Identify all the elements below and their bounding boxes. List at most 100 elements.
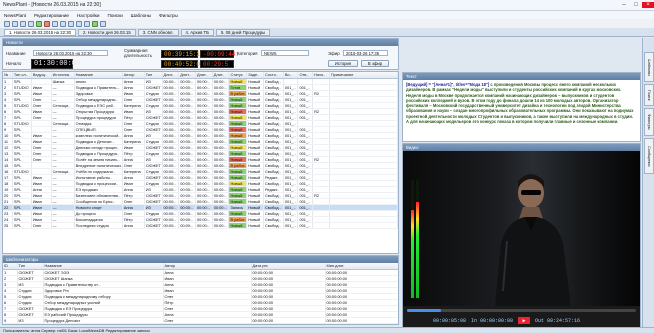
table-cell: 00:00:.. bbox=[195, 162, 213, 169]
templates-panel-header: Шаблонизаторы bbox=[3, 256, 398, 263]
video-panel-header: Видео bbox=[403, 144, 640, 151]
add-icon[interactable] bbox=[36, 20, 42, 27]
table-cell: 00:00:.. bbox=[212, 84, 230, 91]
undo-icon[interactable] bbox=[76, 20, 82, 27]
document-tab[interactable]: 3. CNN обновл. bbox=[137, 28, 179, 36]
search-icon[interactable] bbox=[100, 20, 106, 27]
name-field[interactable]: Новости 26.03.2015 на 22:30 bbox=[33, 50, 108, 56]
table-cell: 00:00:.. bbox=[212, 144, 230, 151]
open-icon[interactable] bbox=[12, 20, 18, 27]
play-button[interactable]: ▶ bbox=[518, 317, 531, 324]
redo-icon[interactable] bbox=[84, 20, 90, 27]
table-cell: 00:00:.. bbox=[178, 216, 196, 223]
table-cell: 00:00:.. bbox=[162, 138, 180, 145]
table-cell: Новый bbox=[246, 222, 264, 229]
table-cell: 00:00:.. bbox=[162, 222, 180, 229]
table-cell: 00:00:.. bbox=[178, 222, 196, 229]
document-tab[interactable]: 1. Новости 26.03.2015 на 22:30 bbox=[4, 28, 77, 36]
new-icon[interactable] bbox=[4, 20, 10, 27]
side-tab-messages[interactable]: Сообщения bbox=[644, 138, 654, 174]
table-cell: 00:00:.. bbox=[178, 144, 196, 151]
table-cell: Свобод.. bbox=[263, 114, 284, 121]
templates-table: ID Тип Название Автор Дата рег. Мин.длит. 1 СЮ… bbox=[3, 263, 398, 324]
table-cell: 00:00:.. bbox=[195, 222, 213, 229]
close-icon[interactable]: × bbox=[642, 2, 654, 8]
table-cell: 00:00:.. bbox=[212, 126, 230, 133]
duration-label: Суммарная длительность bbox=[124, 48, 153, 58]
table-cell: 00:00:00:00 bbox=[325, 323, 398, 324]
menu-item[interactable]: Настройки bbox=[77, 13, 100, 18]
side-tab-filters[interactable]: Фильтры bbox=[644, 108, 654, 136]
table-cell: 00:00:.. bbox=[162, 96, 180, 103]
document-tab[interactable]: 4. Архив ТБ bbox=[180, 28, 214, 36]
status-text: Пользователь: анна Сервер: nsf01 База: L… bbox=[3, 328, 150, 333]
side-tab-search[interactable]: Поиск bbox=[644, 84, 654, 106]
table-cell: 00:00:.. bbox=[212, 156, 230, 163]
table-cell: 00:00:.. bbox=[212, 102, 230, 109]
table-cell: Свобод.. bbox=[263, 150, 284, 157]
table-cell: STUDIO bbox=[12, 84, 32, 91]
category-select[interactable]: NEWS bbox=[261, 50, 309, 56]
menu-item[interactable]: Фильтры bbox=[159, 13, 178, 18]
maximize-icon[interactable]: □ bbox=[630, 2, 642, 8]
menu-item[interactable]: NewsPlant bbox=[4, 13, 26, 18]
table-cell: Свобод.. bbox=[263, 222, 284, 229]
table-cell: 00:00:.. bbox=[178, 204, 196, 211]
date-field[interactable]: 2015-03-26 17:35 bbox=[343, 50, 388, 56]
table-cell: Подводка к Процедура.. bbox=[74, 150, 123, 157]
to-air-button[interactable]: В эфир bbox=[361, 60, 389, 67]
table-cell: 00:00:.. bbox=[212, 198, 230, 205]
video-scrubber[interactable] bbox=[407, 309, 636, 312]
table-cell: 00:00:.. bbox=[162, 126, 180, 133]
table-cell: СЮЖЕТ bbox=[144, 192, 163, 199]
cut-icon[interactable] bbox=[52, 20, 58, 27]
table-cell: STUDIO bbox=[12, 120, 32, 127]
list-item[interactable]: 10СтудияОткрытая студияИван00:00:00:0000… bbox=[3, 323, 398, 324]
table-cell: 00:00:.. bbox=[195, 198, 213, 205]
document-tab[interactable]: 5. 08 дней Процедуры bbox=[216, 28, 271, 36]
table-cell: 00:00:.. bbox=[195, 156, 213, 163]
copy-icon[interactable] bbox=[60, 20, 66, 27]
script-text[interactable]: [Ведущий] = "[Анна#1]", titles="Мода 18"… bbox=[403, 80, 640, 126]
menu-item[interactable]: Шаблоны bbox=[131, 13, 151, 18]
delete-icon[interactable] bbox=[44, 20, 50, 27]
start-timecode[interactable]: 01:30:00:00 bbox=[31, 59, 80, 69]
table-cell: 00:00:.. bbox=[195, 120, 213, 127]
table-cell: STUDIO bbox=[12, 168, 32, 175]
table-cell bbox=[329, 222, 398, 229]
table-cell: 00:00:.. bbox=[162, 168, 180, 175]
minimize-icon[interactable]: – bbox=[618, 2, 630, 8]
table-cell: 00:00:.. bbox=[178, 96, 196, 103]
video-preview[interactable] bbox=[403, 151, 640, 306]
play-icon[interactable] bbox=[92, 20, 98, 27]
table-cell: Открытая студия bbox=[43, 323, 164, 324]
table-cell: 00:00:.. bbox=[162, 102, 180, 109]
document-tab[interactable]: 2. Новости дня 26.03.15 bbox=[78, 28, 136, 36]
menu-item[interactable]: Поиски bbox=[108, 13, 123, 18]
table-row[interactable]: 25 SPL Олег — Последняя студия Анна СЮЖЕТ 00:00… bbox=[3, 222, 398, 229]
table-cell: 00:00:.. bbox=[162, 90, 180, 97]
toolbar bbox=[0, 19, 654, 28]
menu-item[interactable]: Редактирование bbox=[34, 13, 69, 18]
table-cell: Бизнесмен обновления.. bbox=[74, 192, 123, 199]
table-cell: СЮЖЕТ bbox=[144, 96, 163, 103]
table-cell: Свобод.. bbox=[263, 216, 284, 223]
history-button[interactable]: История bbox=[328, 60, 358, 67]
paste-icon[interactable] bbox=[68, 20, 74, 27]
table-cell: 00:00:.. bbox=[195, 192, 213, 199]
table-cell: 00:00:.. bbox=[178, 198, 196, 205]
table-cell: Свобод.. bbox=[263, 210, 284, 217]
table-cell: СЮЖЕТ bbox=[144, 144, 163, 151]
table-cell: 00:00:.. bbox=[178, 174, 196, 181]
table-cell: 00:00:.. bbox=[195, 138, 213, 145]
print-icon[interactable] bbox=[28, 20, 34, 27]
table-cell: 00:00:.. bbox=[195, 96, 213, 103]
table-cell: 00:00:.. bbox=[195, 90, 213, 97]
table-cell: СЮЖЕТ bbox=[144, 126, 163, 133]
save-icon[interactable] bbox=[20, 20, 26, 27]
table-cell: Процедура процедура bbox=[74, 114, 123, 121]
table-cell: 00:00:.. bbox=[162, 108, 180, 115]
side-tab-templates[interactable]: Шаблоны bbox=[644, 52, 654, 82]
table-cell: Свобод.. bbox=[263, 162, 284, 169]
table-cell: 00:00:.. bbox=[212, 96, 230, 103]
